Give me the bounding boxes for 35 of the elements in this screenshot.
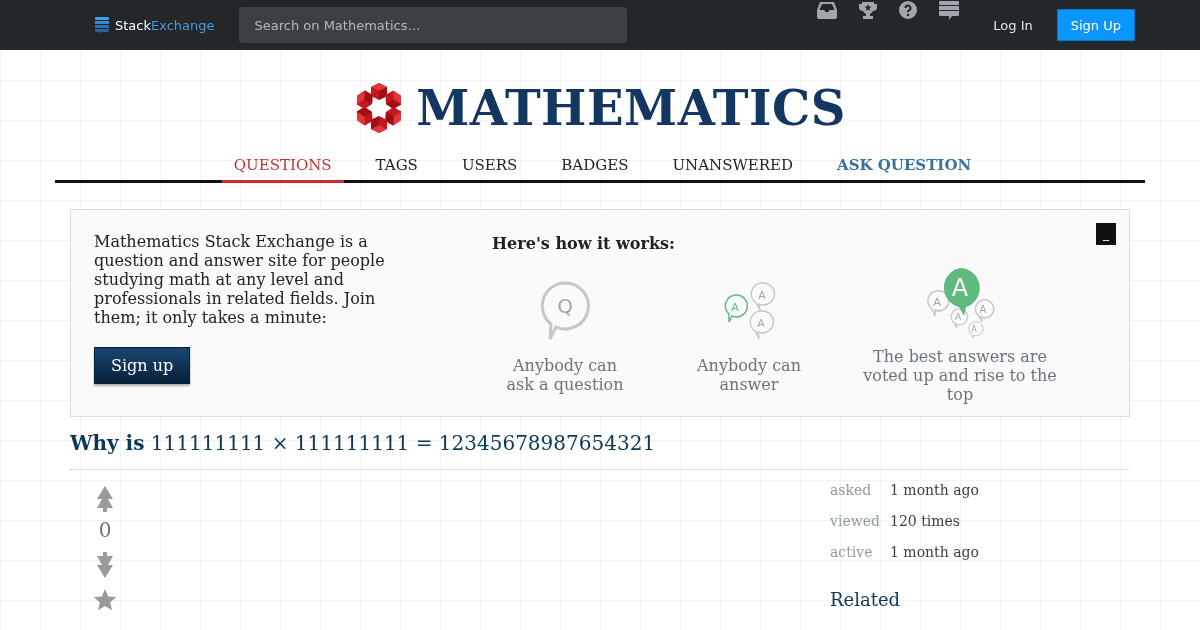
nav-tab[interactable]: BADGES (549, 150, 641, 183)
downvote-icon[interactable] (97, 552, 113, 578)
login-link[interactable]: Log In (993, 17, 1033, 33)
how-it-works-title: Here's how it works: (492, 234, 676, 253)
stackexchange-logo[interactable]: StackExchange (95, 17, 215, 33)
stat-label: viewed (830, 513, 881, 531)
question-bubble-icon: Q (540, 281, 590, 341)
step-caption: Anybody can answer (696, 356, 802, 394)
stat-label: active (830, 544, 874, 562)
upvote-icon[interactable] (97, 486, 113, 512)
ask-question-link[interactable]: ASK QUESTION (825, 150, 984, 183)
inbox-icon[interactable] (817, 1, 838, 19)
question-title: Why is 111111111 × 111111111 = 12345678987654321 (70, 431, 1130, 470)
step-caption: The best answers are voted up and rise to the top (862, 347, 1058, 404)
nav-tab[interactable]: UNANSWERED (660, 150, 806, 183)
nav-tab[interactable]: QUESTIONS (221, 150, 344, 183)
search-field[interactable]: Search on Mathematics… (238, 7, 627, 43)
site-title: MATHEMATICS (416, 80, 846, 136)
favorite-star-icon[interactable] (93, 588, 117, 612)
chat-icon[interactable] (939, 1, 960, 21)
signup-button[interactable]: Sign up (94, 347, 191, 384)
trophy-icon[interactable] (859, 1, 878, 19)
related-heading: Related (830, 589, 902, 610)
stat-value: 120 times (890, 513, 961, 531)
nav-tab[interactable]: TAGS (363, 150, 430, 183)
welcome-text: Mathematics Stack Exchange is a question and answer site for people studying math at any level and professionals in related fields. Join them; it only takes a minute: (94, 232, 386, 327)
stat-label: asked (830, 482, 873, 500)
close-button[interactable]: _ (1096, 223, 1116, 245)
vote-count: 0 (98, 518, 112, 542)
nav-tab[interactable]: USERS (449, 150, 530, 183)
stack-icon (95, 17, 109, 33)
step-caption: Anybody can ask a question (505, 356, 625, 394)
stat-value: 1 month ago (890, 544, 979, 562)
help-icon[interactable] (899, 1, 918, 19)
stat-value: 1 month ago (890, 482, 979, 500)
